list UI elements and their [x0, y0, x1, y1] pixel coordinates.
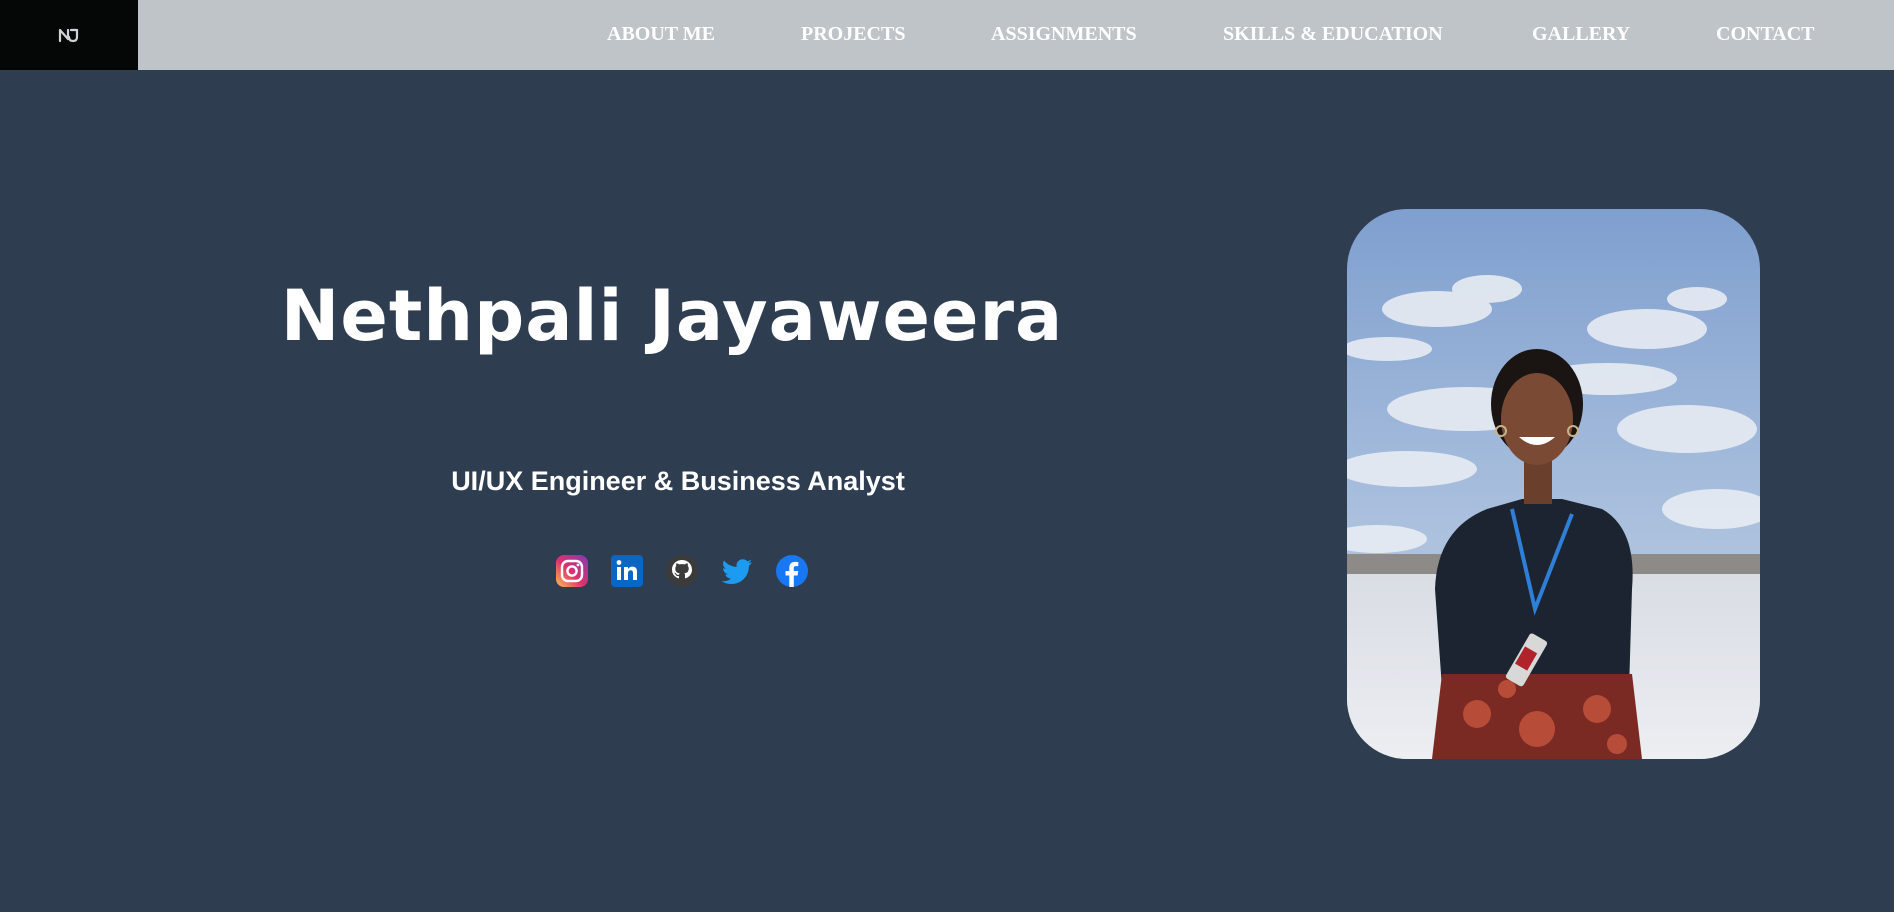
- nav-skills-education[interactable]: SKILLS & EDUCATION: [1223, 0, 1443, 70]
- github-link[interactable]: [665, 554, 699, 588]
- facebook-link[interactable]: [775, 554, 809, 588]
- top-navbar: ABOUT ME PROJECTS ASSIGNMENTS SKILLS & E…: [0, 0, 1894, 70]
- instagram-link[interactable]: [555, 554, 589, 588]
- home-logo-link[interactable]: [0, 0, 138, 70]
- facebook-icon: [776, 555, 808, 587]
- nav-assignments[interactable]: ASSIGNMENTS: [991, 0, 1137, 70]
- nj-monogram-icon: [58, 28, 79, 43]
- linkedin-link[interactable]: [610, 554, 644, 588]
- nav-projects[interactable]: PROJECTS: [801, 0, 905, 70]
- twitter-icon: [721, 559, 752, 584]
- linkedin-icon: [611, 555, 643, 587]
- hero-subtitle: UI/UX Engineer & Business Analyst: [451, 466, 905, 496]
- twitter-link[interactable]: [720, 554, 754, 588]
- hero-name: Nethpali Jayaweera: [280, 275, 1064, 357]
- nav-gallery[interactable]: GALLERY: [1532, 0, 1630, 70]
- profile-photo: [1347, 209, 1760, 759]
- instagram-icon: [556, 555, 588, 587]
- github-icon: [666, 555, 698, 587]
- nav-about-me[interactable]: ABOUT ME: [607, 0, 715, 70]
- nav-contact[interactable]: CONTACT: [1716, 0, 1815, 70]
